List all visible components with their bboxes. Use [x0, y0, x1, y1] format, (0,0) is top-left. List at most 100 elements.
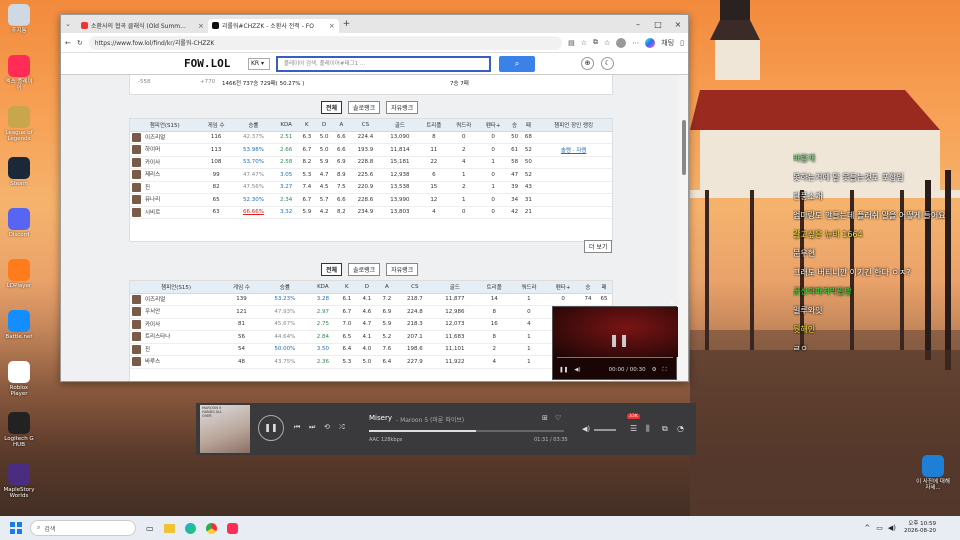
close-tab-icon[interactable]: ×: [198, 22, 204, 30]
dark-mode-icon[interactable]: ☾: [601, 57, 614, 70]
search-button[interactable]: ⌕: [499, 56, 535, 72]
desktop-icon[interactable]: League of Legends: [3, 106, 35, 142]
site-logo[interactable]: FOW.LOL: [184, 57, 230, 70]
column-header[interactable]: 게임 수: [222, 281, 261, 294]
filter-all-button[interactable]: 전체: [321, 263, 343, 276]
table-row[interactable]: 트리스타나5644.64%2.846.54.15.2207.111,683810…: [130, 330, 612, 344]
desktop-icon[interactable]: MapleStory Worlds: [3, 463, 35, 499]
column-header[interactable]: 패: [521, 119, 536, 132]
table-row[interactable]: 우서안12147.93%2.976.74.66.9224.812,9868005…: [130, 305, 612, 319]
shuffle-icon[interactable]: ⤮: [339, 423, 345, 432]
favorite-icon[interactable]: ☆: [581, 39, 587, 47]
miniplayer-icon[interactable]: ⧉: [662, 424, 668, 434]
column-header[interactable]: 게임 수: [199, 119, 233, 132]
column-header[interactable]: 승률: [260, 281, 309, 294]
column-header[interactable]: 챔피언(S15): [130, 119, 200, 132]
desktop-icon[interactable]: Battle.net: [3, 310, 35, 340]
scrollbar-thumb[interactable]: [682, 120, 686, 175]
lyrics-icon[interactable]: ⊞: [542, 414, 548, 422]
favorites-bar-icon[interactable]: ☆: [604, 39, 610, 47]
column-header[interactable]: 골드: [432, 281, 477, 294]
column-header[interactable]: 골드: [380, 119, 419, 132]
clock[interactable]: 오후 10:59 2026-08-20: [904, 521, 936, 535]
task-view-icon[interactable]: ▭: [146, 524, 154, 533]
tray-chevron-icon[interactable]: ^: [864, 524, 870, 532]
play-pause-icon[interactable]: ❚❚: [258, 415, 284, 441]
desktop-icon[interactable]: 엑스 플레이어: [3, 55, 35, 91]
desktop-icon-photo-info[interactable]: 이 사진에 대해 자세...: [913, 455, 953, 491]
region-select[interactable]: KR ▾: [248, 58, 270, 70]
volume-icon[interactable]: ◀): [574, 367, 580, 373]
equalizer-icon[interactable]: ⫼: [646, 424, 650, 434]
filter-flex-button[interactable]: 자유랭크: [386, 101, 419, 114]
column-header[interactable]: KDA: [308, 281, 337, 294]
filter-solo-button[interactable]: 솔로랭크: [348, 263, 381, 276]
column-header[interactable]: 펜타+: [546, 281, 580, 294]
table-row[interactable]: 하이머 113 53.98% 2.66 6.7 5.0 6.6 193.9 11,814 11 2 0…: [130, 143, 612, 157]
video-popup[interactable]: × ❚❚ ❚❚ ◀) 00:00 / 00:30 ⚙ ⛶: [552, 299, 678, 380]
pause-icon[interactable]: ❚❚: [559, 367, 568, 373]
desktop-icon[interactable]: 휴지통: [3, 4, 35, 34]
copilot-icon[interactable]: [645, 37, 656, 48]
column-header[interactable]: 트리플: [418, 119, 449, 132]
pause-icon[interactable]: ❚❚: [609, 333, 629, 347]
column-header[interactable]: A: [376, 281, 397, 294]
tab-youtube[interactable]: 소환사의 협곡 클래식 (Old Summ... ×: [77, 19, 208, 33]
tab-actions-icon[interactable]: ⌄: [65, 20, 77, 28]
timer-icon[interactable]: ◔: [677, 424, 684, 433]
more-button[interactable]: 더 보기: [584, 240, 613, 253]
desktop-icon[interactable]: Logitech G HUB: [3, 412, 35, 448]
desktop-icon[interactable]: Discord: [3, 208, 35, 238]
new-tab-icon[interactable]: +: [343, 19, 351, 29]
edge-icon[interactable]: [184, 522, 196, 534]
minimize-icon[interactable]: –: [628, 20, 648, 29]
app-icon[interactable]: [226, 522, 238, 534]
table-row[interactable]: 카이사 108 53.70% 2.58 8.2 5.9 6.9 228.8 15,181 22 4 1…: [130, 156, 612, 169]
taskbar-search[interactable]: ⌕ 검색: [30, 520, 136, 536]
close-window-icon[interactable]: ×: [668, 20, 688, 29]
table-row[interactable]: 제리스 99 47.47% 3.05 5.3 4.7 8.9 225.6 12,938 6 1 0 47…: [130, 168, 612, 182]
table-row[interactable]: 이즈리얼 116 42.37% 2.51 6.3 5.0 6.6 224.4 13,090 8 0 0…: [130, 131, 612, 144]
column-header[interactable]: K: [298, 119, 316, 132]
chrome-icon[interactable]: [205, 522, 217, 534]
url-field[interactable]: https://www.fow.lol/find/kr/괴롤워-CHZZK: [88, 35, 563, 50]
summoner-search-input[interactable]: 플레이어 검색, 플레이어#태그1 ...: [276, 56, 491, 72]
column-header[interactable]: K: [336, 281, 357, 294]
video-progress[interactable]: [557, 357, 673, 358]
column-header[interactable]: CS: [349, 119, 381, 132]
column-header[interactable]: 승률: [232, 119, 275, 132]
column-header[interactable]: CS: [396, 281, 433, 294]
column-header[interactable]: 트리플: [476, 281, 512, 294]
scrollbar[interactable]: [680, 75, 688, 381]
desktop-icon[interactable]: Steam: [3, 157, 35, 187]
profile-icon[interactable]: [616, 37, 627, 48]
column-header[interactable]: 챔피언 장인 랭킹: [535, 119, 612, 132]
close-tab-icon[interactable]: ×: [329, 22, 335, 30]
volume-slider[interactable]: [594, 429, 616, 431]
column-header[interactable]: D: [356, 281, 377, 294]
table-row[interactable]: 시비르 63 66.66% 3.32 5.9 4.2 8.2 234.9 13,803 4 0 0 42…: [130, 206, 612, 219]
settings-icon[interactable]: ⚙: [652, 367, 657, 373]
column-header[interactable]: 패: [595, 281, 612, 294]
column-header[interactable]: 챔피언(S15): [130, 281, 223, 294]
maximize-icon[interactable]: □: [648, 20, 668, 29]
column-header[interactable]: 쿼드라: [448, 119, 479, 132]
table-row[interactable]: 카이사8145.67%2.757.04.75.9218.312,07316413…: [130, 318, 612, 331]
column-header[interactable]: 승: [579, 281, 596, 294]
desktop-icon[interactable]: LDPlayer: [3, 259, 35, 289]
next-icon[interactable]: ⏭: [309, 423, 315, 432]
fullscreen-icon[interactable]: ⛶: [663, 367, 667, 374]
desktop-icon[interactable]: Roblox Player: [3, 361, 35, 397]
filter-flex-button[interactable]: 자유랭크: [386, 263, 419, 276]
table-row[interactable]: 진 82 47.56% 3.27 7.4 4.5 7.5 220.9 13,538 15 2 1 39 4…: [130, 181, 612, 194]
column-header[interactable]: 승: [507, 119, 522, 132]
filter-all-button[interactable]: 전체: [321, 101, 343, 114]
column-header[interactable]: 쿼드라: [511, 281, 547, 294]
volume-icon[interactable]: ◀): [888, 524, 896, 532]
column-header[interactable]: A: [332, 119, 350, 132]
start-icon[interactable]: [10, 522, 22, 534]
reader-icon[interactable]: ▤: [568, 39, 575, 47]
close-video-icon[interactable]: ×: [669, 299, 674, 306]
collections-icon[interactable]: ⧉: [593, 38, 598, 47]
explorer-icon[interactable]: [163, 523, 175, 533]
